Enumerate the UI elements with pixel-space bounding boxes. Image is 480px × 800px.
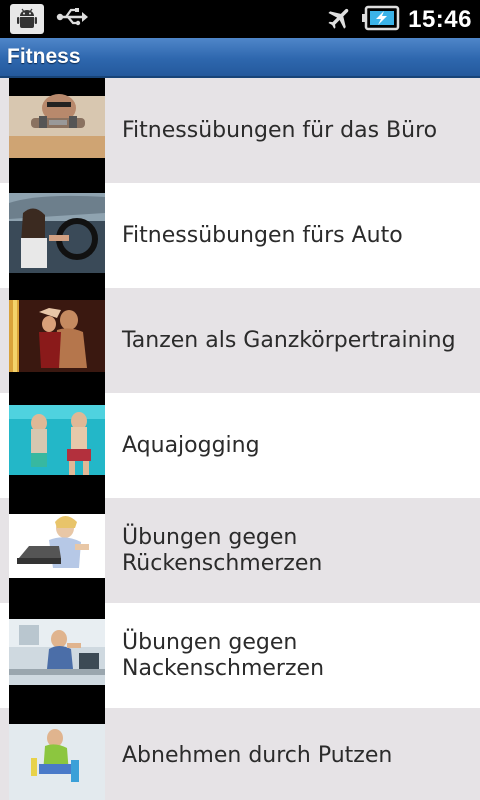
title-bar: Fitness: [0, 38, 480, 78]
android-debug-icon: [10, 4, 44, 34]
status-time: 15:46: [408, 6, 472, 33]
neck-pain-thumbnail: [9, 603, 105, 708]
list-item-label: Fitnessübungen fürs Auto: [122, 222, 403, 248]
list-item[interactable]: Tanzen als Ganzkörpertraining: [0, 288, 480, 393]
page-title: Fitness: [7, 45, 81, 68]
list-item[interactable]: Fitnessübungen für das Büro: [0, 78, 480, 183]
battery-charging-icon: [362, 5, 400, 35]
office-workout-thumbnail: [9, 78, 105, 183]
list-item[interactable]: Fitnessübungen fürs Auto: [0, 183, 480, 288]
list-item[interactable]: Übungen gegen Rückenschmerzen: [0, 498, 480, 603]
back-pain-thumbnail: [9, 498, 105, 603]
list-item[interactable]: Übungen gegen Nackenschmerzen: [0, 603, 480, 708]
article-list: Fitnessübungen für das Büro Fitnessübung…: [0, 78, 480, 800]
status-bar: 15:46: [0, 0, 480, 38]
list-item-label: Übungen gegen Rückenschmerzen: [122, 524, 323, 576]
usb-icon: [56, 7, 88, 31]
cleaning-thumbnail: [9, 708, 105, 800]
list-item[interactable]: Aquajogging: [0, 393, 480, 498]
list-item-label: Fitnessübungen für das Büro: [122, 117, 438, 143]
dancing-thumbnail: [9, 288, 105, 393]
list-item-label: Übungen gegen Nackenschmerzen: [122, 629, 325, 681]
list-item-label: Tanzen als Ganzkörpertraining: [122, 327, 456, 353]
airplane-mode-icon: [326, 4, 354, 36]
list-item[interactable]: Abnehmen durch Putzen: [0, 708, 480, 800]
list-item-label: Abnehmen durch Putzen: [122, 743, 393, 768]
car-workout-thumbnail: [9, 183, 105, 288]
aquajogging-thumbnail: [9, 393, 105, 498]
list-item-label: Aquajogging: [122, 432, 260, 458]
